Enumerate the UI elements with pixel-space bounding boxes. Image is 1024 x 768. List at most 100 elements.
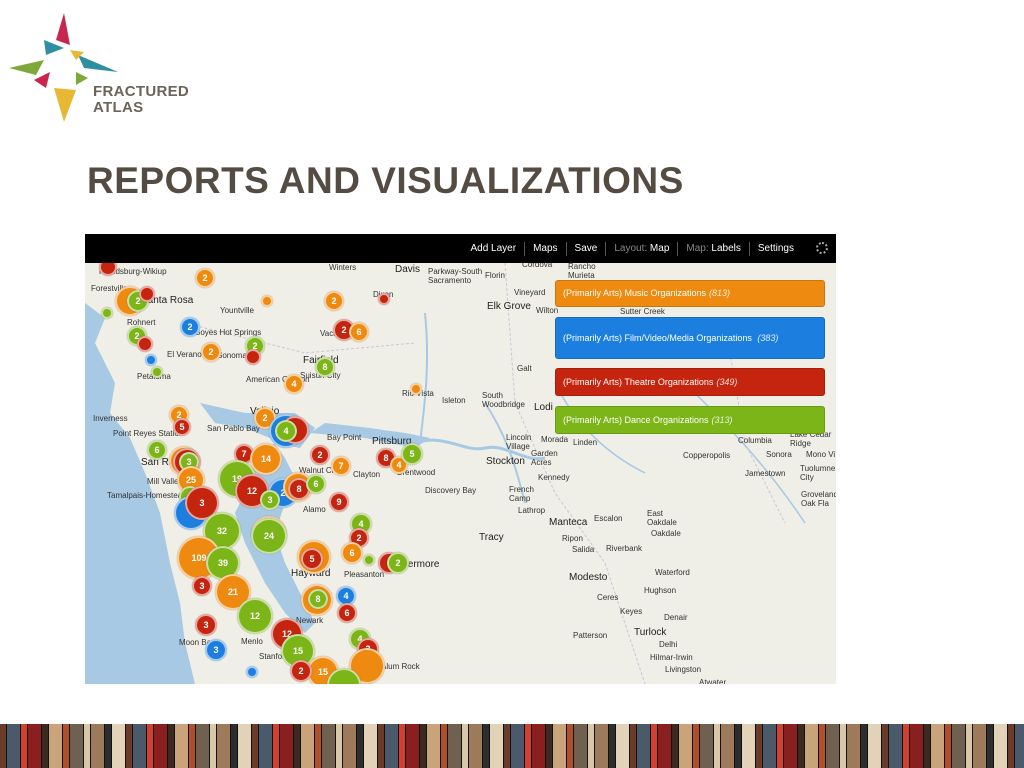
photo-tile [805, 724, 818, 768]
place-label: Isleton [442, 396, 466, 405]
map-marker-dance[interactable]: 24 [251, 518, 287, 554]
map-marker-film[interactable] [246, 666, 258, 678]
add-layer-button[interactable]: Add Layer [462, 242, 524, 256]
photo-tile [672, 724, 678, 768]
photo-tile [154, 724, 167, 768]
map-marker-theatre[interactable] [139, 286, 155, 302]
photo-tile [910, 724, 923, 768]
place-label: Lathrop [518, 506, 546, 515]
map-marker-film[interactable] [145, 354, 157, 366]
map-marker-music[interactable]: 6 [349, 322, 369, 342]
photo-tile [994, 724, 1007, 768]
place-label: Escalon [594, 514, 623, 523]
map-marker-theatre[interactable]: 6 [337, 603, 357, 623]
photo-tile [126, 724, 132, 768]
layer-theatre[interactable]: (Primarily Arts) Theatre Organizations (… [555, 368, 825, 396]
save-button[interactable]: Save [565, 241, 606, 256]
map-marker-theatre[interactable] [378, 293, 390, 305]
map-marker-music[interactable]: 2 [195, 268, 215, 288]
map-marker-theatre[interactable]: 5 [173, 418, 191, 436]
layer-film[interactable]: (Primarily Arts) Film/Video/Media Organi… [555, 317, 825, 359]
maps-button[interactable]: Maps [524, 241, 565, 256]
map-marker-music[interactable]: 4 [284, 374, 304, 394]
map-marker-dance[interactable]: 12 [237, 598, 273, 634]
map-marker-dance[interactable] [151, 366, 163, 378]
map-marker-music[interactable]: 14 [250, 443, 282, 475]
map-marker-dance[interactable]: 4 [275, 420, 297, 442]
photo-tile [861, 724, 867, 768]
map-marker-dance[interactable]: 3 [260, 490, 280, 510]
map-marker-film[interactable]: 2 [180, 317, 200, 337]
map-marker-dance[interactable]: 6 [306, 474, 326, 494]
map-marker-dance[interactable]: 5 [401, 443, 423, 465]
map-marker-theatre[interactable]: 3 [192, 576, 212, 596]
photo-tile [406, 724, 419, 768]
map-marker-music[interactable]: 6 [341, 542, 363, 564]
photo-tile [189, 724, 195, 768]
map-marker-music[interactable]: 2 [201, 342, 221, 362]
layer-theatre-count: (349) [716, 376, 738, 387]
layer-music[interactable]: (Primarily Arts) Music Organizations (81… [555, 280, 825, 307]
map-marker-dance[interactable]: 8 [308, 589, 328, 609]
place-label: Kennedy [538, 473, 570, 482]
photo-tile [63, 724, 69, 768]
photo-tile [84, 724, 90, 768]
photo-tile [532, 724, 545, 768]
layer-dance[interactable]: (Primarily Arts) Dance Organizations (31… [555, 406, 825, 434]
photo-tile [868, 724, 881, 768]
photo-tile [511, 724, 524, 768]
place-label: Turlock [634, 627, 667, 638]
place-label: Tracy [479, 532, 504, 543]
photo-tile [231, 724, 237, 768]
place-label: Wilton [536, 306, 559, 315]
place-label: El Verano [167, 350, 202, 359]
map-marker-theatre[interactable] [245, 349, 261, 365]
layer-music-count: (813) [709, 288, 731, 298]
photo-tile [504, 724, 510, 768]
map-style-selector[interactable]: Map: Labels [677, 241, 748, 256]
layer-theatre-label: (Primarily Arts) Theatre Organizations [563, 376, 714, 387]
photo-tile [469, 724, 482, 768]
photo-tile [553, 724, 566, 768]
photo-tile [1015, 724, 1024, 768]
map-marker-dance[interactable]: 6 [147, 440, 167, 460]
place-label: Mono Vi [806, 450, 836, 459]
map-marker-theatre[interactable]: 2 [290, 660, 312, 682]
photo-tile [882, 724, 888, 768]
map-marker-dance[interactable] [363, 554, 375, 566]
place-label: Lincoln Village [506, 433, 532, 451]
photo-tile [987, 724, 993, 768]
map-marker-theatre[interactable]: 3 [195, 614, 217, 636]
map-label: Map: [686, 242, 709, 254]
map-marker-dance[interactable]: 8 [315, 357, 335, 377]
map-marker-theatre[interactable]: 9 [329, 492, 349, 512]
place-label: San Pablo Bay [207, 424, 260, 433]
layer-film-label: (Primarily Arts) Film/Video/Media Organi… [563, 332, 752, 343]
photo-tile [315, 724, 321, 768]
map-marker-music[interactable]: 7 [331, 456, 351, 476]
photo-tile [336, 724, 342, 768]
place-label: South Woodbridge [482, 391, 525, 409]
place-label: Groveland-Oak Fla [801, 490, 836, 508]
photo-tile [679, 724, 692, 768]
map-marker-theatre[interactable] [137, 336, 153, 352]
photo-tile [175, 724, 188, 768]
map-marker-dance[interactable] [101, 307, 113, 319]
map-marker-theatre[interactable]: 5 [301, 548, 323, 570]
layout-selector[interactable]: Layout: Map [605, 241, 677, 256]
map-toolbar: Add Layer Maps Save Layout: Map Map: Lab… [85, 234, 836, 263]
map-marker-music[interactable] [410, 383, 422, 395]
photo-tile [273, 724, 279, 768]
layer-dance-label: (Primarily Arts) Dance Organizations [563, 414, 709, 425]
map-marker-music[interactable] [261, 295, 273, 307]
map-marker-theatre[interactable]: 2 [310, 445, 330, 465]
photo-tile [294, 724, 300, 768]
map-marker-film[interactable]: 3 [205, 639, 227, 661]
map-marker-dance[interactable]: 2 [387, 552, 409, 574]
map-marker-music[interactable]: 2 [324, 291, 344, 311]
place-label: Delhi [659, 640, 678, 649]
logo-line-1: FRACTURED [93, 83, 190, 100]
settings-button[interactable]: Settings [748, 241, 802, 256]
photo-tile [441, 724, 447, 768]
place-label: Keyes [620, 607, 643, 616]
